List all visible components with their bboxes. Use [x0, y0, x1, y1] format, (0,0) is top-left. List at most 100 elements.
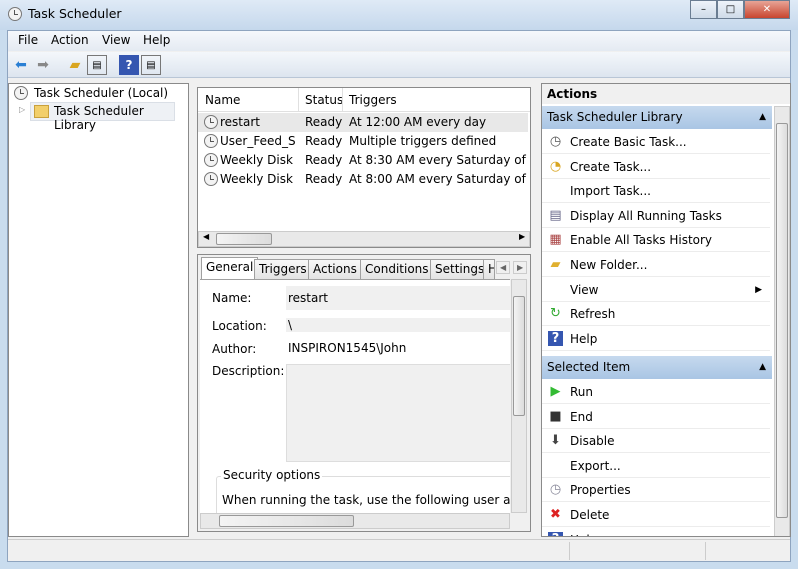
description-label: Description:	[212, 364, 285, 378]
create-basic-task-icon: ◷	[549, 134, 562, 149]
tab-actions[interactable]: Actions	[308, 259, 362, 279]
action-label: Import Task...	[570, 184, 651, 199]
details-horizontal-scrollbar[interactable]	[200, 513, 510, 529]
back-arrow-icon[interactable]: ⬅	[11, 55, 31, 75]
menu-help[interactable]: Help	[143, 33, 170, 47]
scroll-thumb[interactable]	[216, 233, 272, 245]
toolbar: ⬅ ➡ ▰ ▤ ? ▤	[8, 52, 790, 78]
task-row[interactable]: Weekly Disk ... Ready At 8:30 AM every S…	[198, 151, 530, 170]
action-disable[interactable]: ⬇ Disable	[542, 429, 770, 454]
collapse-icon[interactable]: ▲	[759, 356, 766, 379]
action-new-folder[interactable]: ▰ New Folder...	[542, 253, 770, 277]
action-create-basic-task[interactable]: ◷ Create Basic Task...	[542, 130, 770, 154]
task-name: User_Feed_S...	[220, 134, 296, 148]
action-export[interactable]: Export...	[542, 454, 770, 478]
tab-conditions[interactable]: Conditions	[360, 259, 434, 279]
disable-icon: ⬇	[550, 433, 561, 449]
up-folder-icon[interactable]: ▰	[65, 55, 85, 75]
action-create-task[interactable]: ◔ Create Task...	[542, 155, 770, 179]
author-field: INSPIRON1545\John	[286, 338, 510, 358]
tree-root[interactable]: Task Scheduler (Local)	[34, 86, 168, 100]
task-clock-icon	[204, 134, 218, 148]
expand-icon[interactable]: ▷	[19, 105, 25, 114]
security-options-text: When running the task, use the following…	[222, 493, 510, 507]
show-hide-action-pane-icon[interactable]: ▤	[141, 55, 161, 75]
menu-bar: File Action View Help	[8, 31, 790, 51]
action-properties[interactable]: ◷ Properties	[542, 478, 770, 503]
show-hide-console-tree-icon[interactable]: ▤	[87, 55, 107, 75]
action-refresh[interactable]: ↻ Refresh	[542, 302, 770, 327]
task-status: Ready	[305, 134, 343, 148]
details-vertical-scrollbar[interactable]	[511, 279, 527, 513]
tab-history[interactable]: H	[483, 259, 495, 279]
task-scheduler-icon	[8, 7, 22, 21]
action-delete[interactable]: ✖ Delete	[542, 503, 770, 527]
task-row[interactable]: Weekly Disk ... Ready At 8:00 AM every S…	[198, 170, 530, 189]
task-list: Name Status Triggers restart Ready At 12…	[197, 87, 531, 248]
tab-scroll-left-icon[interactable]: ◀	[496, 261, 511, 274]
section-task-scheduler-library[interactable]: Task Scheduler Library ▲	[542, 106, 772, 129]
console-tree: Task Scheduler (Local) ▷ Task Scheduler …	[8, 83, 189, 537]
tree-item-library[interactable]: Task Scheduler Library	[30, 102, 175, 132]
actions-vertical-scrollbar[interactable]	[774, 106, 790, 536]
folder-clock-icon	[34, 105, 49, 118]
column-name[interactable]: Name	[205, 93, 240, 107]
task-details: General Triggers Actions Conditions Sett…	[197, 254, 531, 532]
task-name: Weekly Disk ...	[220, 172, 296, 186]
help-icon[interactable]: ?	[119, 55, 139, 75]
task-status: Ready	[305, 115, 343, 129]
action-help[interactable]: ? Help	[542, 528, 770, 536]
forward-arrow-icon[interactable]: ➡	[33, 55, 53, 75]
task-clock-icon	[204, 115, 218, 129]
tab-settings[interactable]: Settings	[430, 259, 490, 279]
task-status: Ready	[305, 153, 343, 167]
location-field: \	[286, 318, 510, 332]
action-run[interactable]: ▶ Run	[542, 380, 770, 404]
task-clock-icon	[204, 153, 218, 167]
action-view[interactable]: View ▶	[542, 278, 770, 302]
task-name: Weekly Disk ...	[220, 153, 296, 167]
section-selected-item[interactable]: Selected Item ▲	[542, 356, 772, 379]
list-horizontal-scrollbar[interactable]: ◀ ▶	[198, 231, 530, 247]
action-label: Create Task...	[570, 159, 652, 174]
task-row[interactable]: restart Ready At 12:00 AM every day	[198, 113, 528, 132]
menu-action[interactable]: Action	[51, 33, 89, 47]
column-triggers[interactable]: Triggers	[349, 93, 397, 107]
menu-file[interactable]: File	[18, 33, 38, 47]
task-name: restart	[220, 115, 261, 129]
create-task-icon: ◔	[549, 158, 562, 174]
action-import-task[interactable]: Import Task...	[542, 179, 770, 204]
security-options-title: Security options	[221, 468, 323, 482]
action-help[interactable]: ? Help	[542, 327, 770, 351]
tree-item-label: Task Scheduler Library	[54, 104, 144, 132]
action-end[interactable]: ■ End	[542, 405, 770, 429]
list-header: Name Status Triggers	[198, 88, 530, 112]
scroll-right-icon[interactable]: ▶	[519, 232, 525, 241]
close-button[interactable]: ✕	[744, 0, 790, 19]
section-label: Task Scheduler Library	[547, 110, 683, 124]
name-field[interactable]: restart	[286, 286, 510, 310]
action-enable-all-tasks-history[interactable]: ▦ Enable All Tasks History	[542, 228, 770, 253]
window-title: Task Scheduler	[28, 6, 122, 21]
menu-view[interactable]: View	[102, 33, 130, 47]
actions-pane: Actions Task Scheduler Library ▲ ◷ Create …	[541, 83, 791, 537]
help-icon: ?	[548, 330, 563, 346]
action-display-all-running-tasks[interactable]: ▤ Display All Running Tasks	[542, 204, 770, 228]
tab-scroll-right-icon[interactable]: ▶	[513, 261, 528, 274]
scroll-left-icon[interactable]: ◀	[203, 232, 209, 241]
minimize-button[interactable]: –	[690, 0, 717, 19]
display-running-tasks-icon: ▤	[549, 207, 562, 223]
scroll-thumb[interactable]	[219, 515, 354, 527]
action-label: Delete	[570, 508, 610, 522]
maximize-button[interactable]: □	[717, 0, 744, 19]
task-row[interactable]: User_Feed_S... Ready Multiple triggers d…	[198, 132, 528, 151]
scroll-thumb[interactable]	[513, 296, 525, 416]
tab-triggers[interactable]: Triggers	[254, 259, 312, 279]
new-folder-icon: ▰	[550, 257, 561, 272]
collapse-icon[interactable]: ▲	[759, 106, 766, 129]
location-label: Location:	[212, 319, 267, 333]
column-status[interactable]: Status	[305, 93, 343, 107]
tab-general[interactable]: General	[201, 257, 259, 279]
description-field[interactable]	[286, 364, 510, 462]
scroll-thumb[interactable]	[776, 123, 788, 518]
